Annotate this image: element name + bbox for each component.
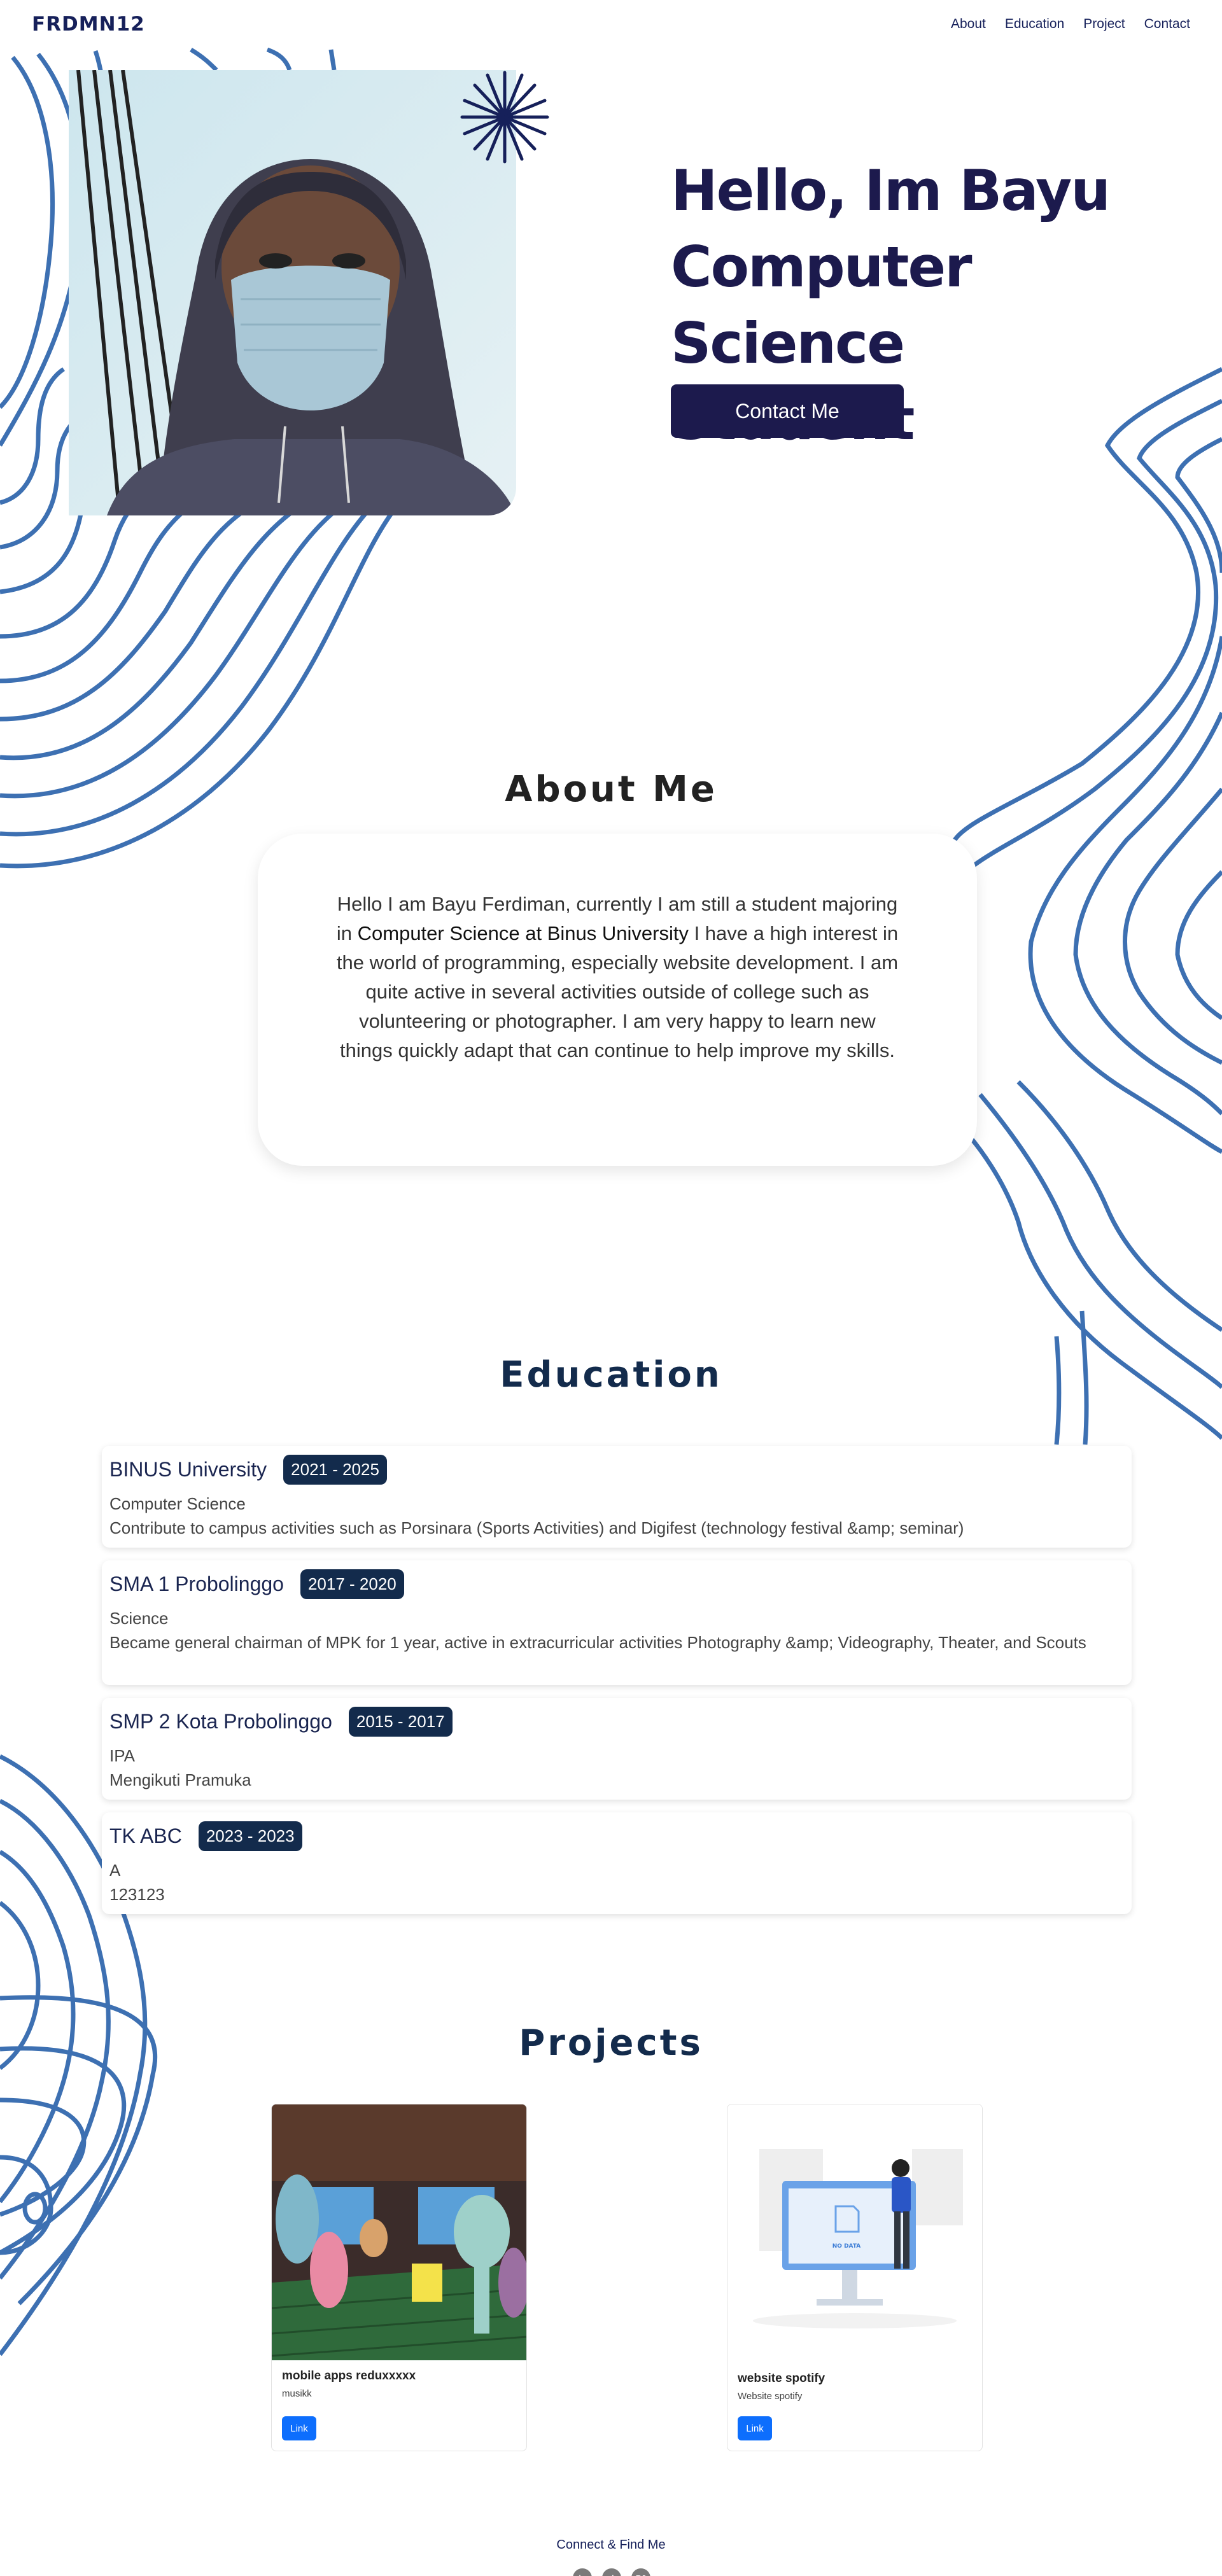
years-badge: 2021 - 2025: [283, 1455, 387, 1485]
project-description: musikk: [282, 2388, 312, 2399]
school-name: SMA 1 Probolinggo: [109, 1572, 284, 1595]
about-title: About Me: [505, 769, 717, 810]
school-name: SMP 2 Kota Probolinggo: [109, 1710, 332, 1733]
github-icon[interactable]: gh: [602, 2568, 621, 2576]
nav-links: About Education Project Contact: [951, 17, 1190, 32]
about-card: Hello I am Bayu Ferdiman, currently I am…: [258, 834, 977, 1166]
nav-link-project[interactable]: Project: [1083, 17, 1125, 32]
project-image: [272, 2104, 526, 2360]
behance-icon[interactable]: Bē: [631, 2568, 650, 2576]
project-card: NO DATA website spotify Website spotify …: [727, 2104, 983, 2451]
education-card: BINUS University 2021 - 2025 Computer Sc…: [102, 1446, 1132, 1548]
social-links: in gh Bē: [573, 2568, 650, 2576]
about-text-highlight: Computer Science at Binus University: [357, 922, 689, 944]
years-badge: 2023 - 2023: [198, 1821, 302, 1851]
project-image: NO DATA: [727, 2104, 982, 2360]
school-major: IPA: [109, 1746, 135, 1765]
hero-title-line-2: Computer Science: [671, 234, 973, 376]
education-card: SMP 2 Kota Probolinggo 2015 - 2017 IPA M…: [102, 1698, 1132, 1800]
nav-link-about[interactable]: About: [951, 17, 986, 32]
education-header: BINUS University 2021 - 2025: [109, 1455, 387, 1485]
about-text: Hello I am Bayu Ferdiman, currently I am…: [334, 890, 901, 1065]
navbar: FRDMN12 About Education Project Contact: [0, 0, 1222, 51]
profile-photo: [69, 70, 516, 515]
school-description: Mengikuti Pramuka: [109, 1770, 251, 1789]
starburst-icon: [460, 71, 549, 164]
school-major: Computer Science: [109, 1494, 246, 1513]
years-badge: 2017 - 2020: [300, 1569, 404, 1599]
footer-text: Connect & Find Me: [556, 2538, 666, 2552]
project-link-button[interactable]: Link: [282, 2416, 316, 2440]
projects-title: Projects: [519, 2022, 703, 2064]
hero-title-line-1: Hello, Im Bayu: [671, 158, 1111, 223]
project-name: website spotify: [738, 2372, 825, 2385]
school-major: Science: [109, 1609, 169, 1628]
linkedin-icon[interactable]: in: [573, 2568, 592, 2576]
school-name: TK ABC: [109, 1824, 182, 1847]
education-card: TK ABC 2023 - 2023 A 123123: [102, 1812, 1132, 1914]
school-major: A: [109, 1861, 121, 1880]
school-description: Became general chairman of MPK for 1 yea…: [109, 1633, 1086, 1652]
project-image-caption: NO DATA: [832, 2243, 860, 2250]
education-header: TK ABC 2023 - 2023: [109, 1821, 302, 1851]
project-link-button[interactable]: Link: [738, 2416, 772, 2440]
years-badge: 2015 - 2017: [348, 1707, 453, 1737]
contour-right: [953, 367, 1222, 1445]
education-header: SMP 2 Kota Probolinggo 2015 - 2017: [109, 1707, 453, 1737]
brand-logo[interactable]: FRDMN12: [32, 13, 145, 36]
nav-link-contact[interactable]: Contact: [1144, 17, 1190, 32]
project-card: mobile apps reduxxxxx musikk Link: [271, 2104, 527, 2451]
project-description: Website spotify: [738, 2391, 803, 2402]
school-description: 123123: [109, 1885, 165, 1904]
project-name: mobile apps reduxxxxx: [282, 2369, 416, 2383]
education-title: Education: [500, 1354, 722, 1396]
school-description: Contribute to campus activities such as …: [109, 1518, 964, 1537]
education-card: SMA 1 Probolinggo 2017 - 2020 Science Be…: [102, 1560, 1132, 1685]
education-header: SMA 1 Probolinggo 2017 - 2020: [109, 1569, 404, 1599]
nav-link-education[interactable]: Education: [1005, 17, 1064, 32]
contact-me-button[interactable]: Contact Me: [671, 384, 904, 438]
school-name: BINUS University: [109, 1458, 267, 1481]
